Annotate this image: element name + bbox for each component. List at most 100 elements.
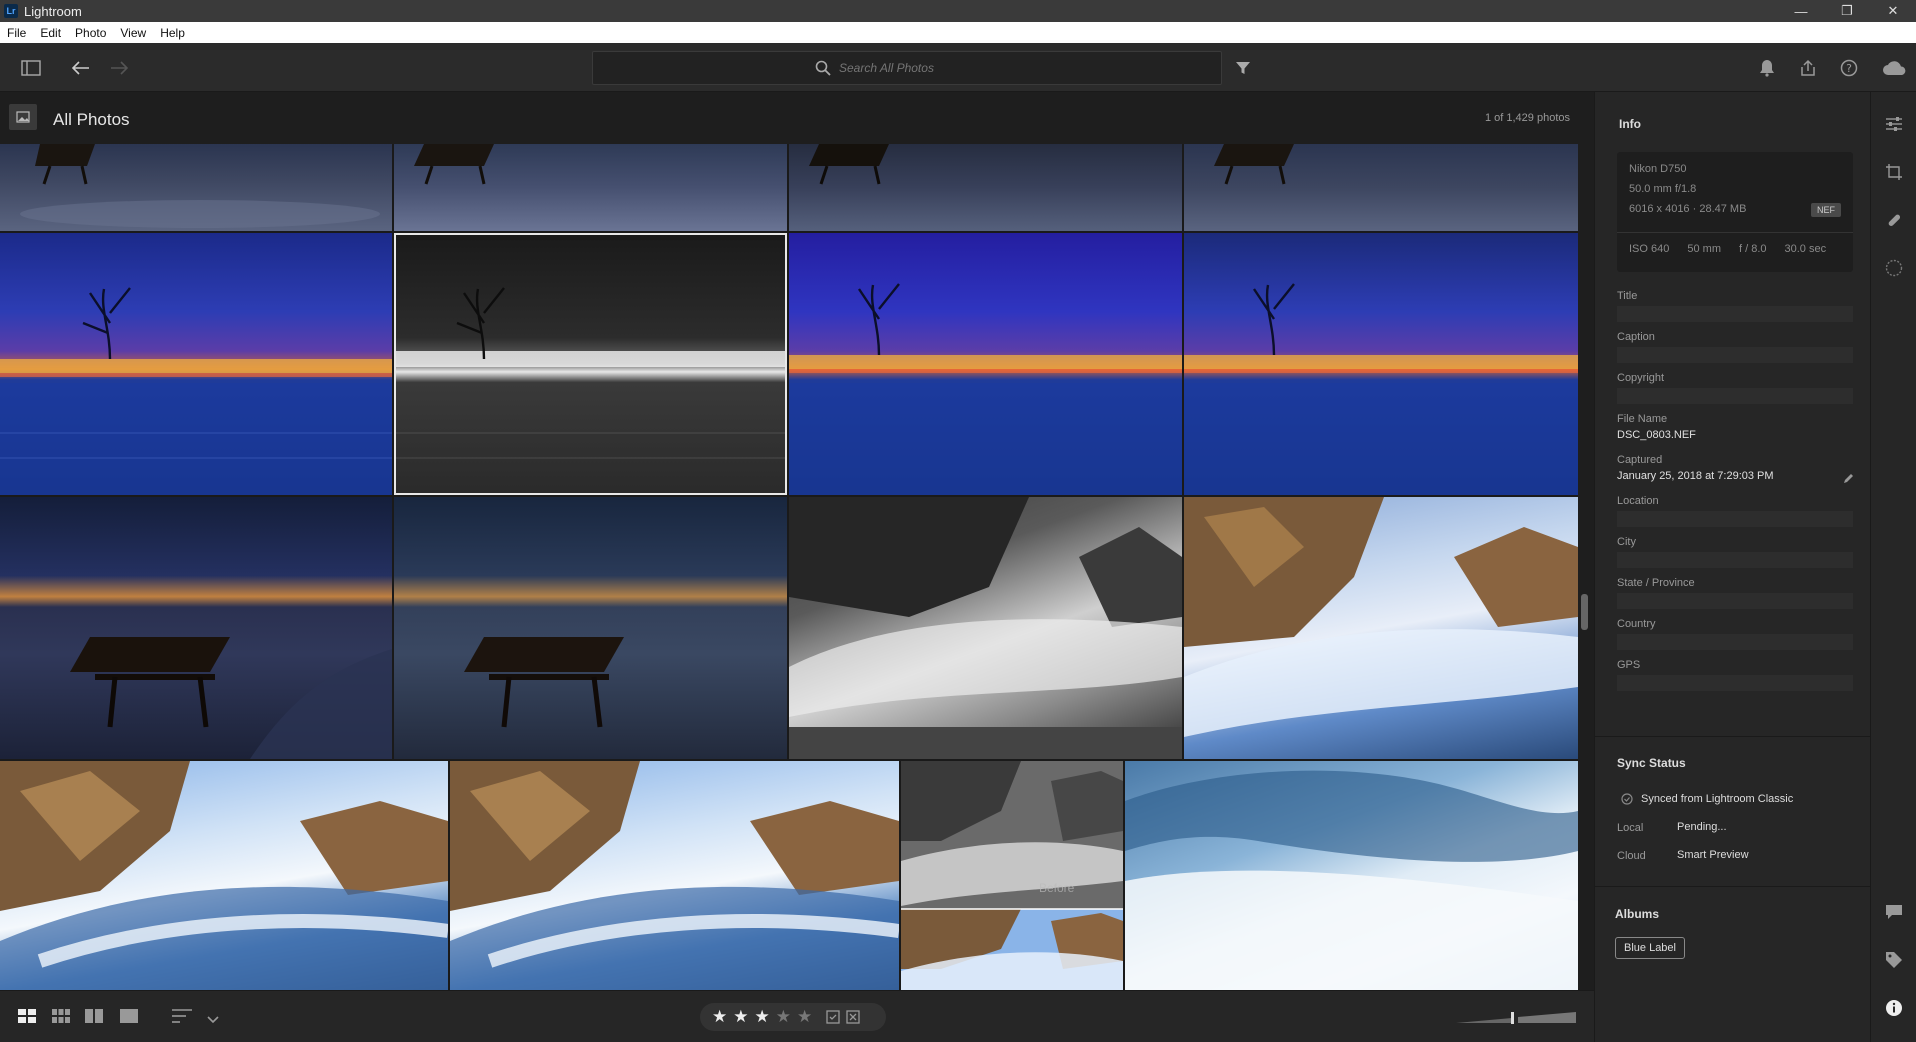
local-status-value: Pending...	[1677, 821, 1727, 833]
search-box[interactable]	[592, 51, 1222, 85]
filename-label: File Name	[1617, 413, 1668, 425]
location-label: Location	[1617, 495, 1659, 507]
photo-thumbnail-selected[interactable]	[394, 233, 787, 495]
captured-label: Captured	[1617, 454, 1663, 466]
captured-value: January 25, 2018 at 7:29:03 PM	[1617, 470, 1774, 482]
share-icon[interactable]	[1797, 57, 1819, 79]
menu-help[interactable]: Help	[153, 26, 192, 40]
photo-thumbnail[interactable]	[1184, 144, 1578, 231]
sync-status-title: Sync Status	[1617, 756, 1686, 770]
photo-thumbnail-before-after[interactable]: Before	[901, 761, 1123, 990]
copyright-label: Copyright	[1617, 372, 1665, 384]
photo-thumbnail[interactable]	[1184, 233, 1578, 495]
chevron-down-icon[interactable]	[207, 1011, 219, 1029]
detail-view-icon[interactable]	[120, 1009, 138, 1028]
photo-grid: Before	[0, 144, 1578, 990]
svg-text:?: ?	[1846, 62, 1852, 75]
comments-icon[interactable]	[1884, 902, 1904, 922]
star-icon[interactable]: ★	[755, 1007, 770, 1027]
photo-thumbnail[interactable]	[789, 233, 1182, 495]
star-icon[interactable]: ★	[776, 1007, 791, 1027]
state-label: State / Province	[1617, 577, 1695, 589]
toggle-sidebar-icon[interactable]	[20, 57, 42, 79]
state-field[interactable]	[1617, 593, 1853, 609]
brush-mask-icon[interactable]	[1884, 258, 1904, 278]
photo-grid-view-icon[interactable]	[18, 1009, 36, 1028]
photo-thumbnail[interactable]	[1184, 497, 1578, 759]
caption-field[interactable]	[1617, 347, 1853, 363]
edit-pencil-icon[interactable]	[1843, 472, 1855, 484]
bottom-toolbar: ★ ★ ★ ★ ★	[0, 990, 1594, 1042]
star-rating[interactable]: ★ ★ ★ ★ ★	[700, 1003, 886, 1031]
healing-brush-icon[interactable]	[1884, 210, 1904, 230]
cloud-label: Cloud	[1617, 850, 1646, 862]
albums-title: Albums	[1615, 907, 1660, 921]
info-icon[interactable]	[1884, 998, 1904, 1018]
menu-photo[interactable]: Photo	[68, 26, 113, 40]
menu-file[interactable]: File	[0, 26, 33, 40]
restore-button[interactable]: ❐	[1824, 0, 1870, 22]
exif-summary: Nikon D750 50.0 mm f/1.8 6016 x 4016 · 2…	[1617, 152, 1853, 272]
minimize-button[interactable]: —	[1778, 0, 1824, 22]
flag-pick-icon[interactable]	[826, 1010, 840, 1024]
before-overlay-label: Before	[1039, 881, 1075, 895]
photo-thumbnail[interactable]	[0, 497, 392, 759]
sort-icon[interactable]	[172, 1009, 192, 1028]
menu-edit[interactable]: Edit	[33, 26, 68, 40]
edit-sliders-icon[interactable]	[1884, 114, 1904, 134]
local-label: Local	[1617, 822, 1644, 834]
photo-thumbnail[interactable]	[0, 761, 448, 990]
star-icon[interactable]: ★	[712, 1007, 727, 1027]
notification-bell-icon[interactable]	[1756, 57, 1778, 79]
photo-count: 1 of 1,429 photos	[1484, 112, 1570, 124]
filename-value: DSC_0803.NEF	[1617, 429, 1696, 441]
flag-reject-icon[interactable]	[846, 1010, 860, 1024]
photo-thumbnail[interactable]	[1125, 761, 1578, 990]
location-field[interactable]	[1617, 511, 1853, 527]
section-divider	[1595, 736, 1871, 737]
grid-scrollbar-thumb[interactable]	[1581, 594, 1588, 630]
synced-from-text: Synced from Lightroom Classic	[1641, 793, 1794, 805]
album-chip[interactable]: Blue Label	[1615, 937, 1685, 959]
top-toolbar: ?	[0, 43, 1916, 92]
square-grid-view-icon[interactable]	[52, 1009, 70, 1028]
help-icon[interactable]: ?	[1838, 57, 1860, 79]
copyright-field[interactable]	[1617, 388, 1853, 404]
caption-label: Caption	[1617, 331, 1655, 343]
search-input[interactable]	[839, 61, 999, 75]
page-title: All Photos	[53, 110, 130, 129]
city-field[interactable]	[1617, 552, 1853, 568]
title-label: Title	[1617, 290, 1638, 302]
photo-thumbnail[interactable]	[394, 144, 787, 231]
aperture-value: f / 8.0	[1738, 243, 1767, 255]
menu-view[interactable]: View	[113, 26, 153, 40]
camera-model: Nikon D750	[1629, 163, 1687, 175]
filter-icon[interactable]	[1232, 57, 1254, 79]
photo-view-icon[interactable]	[9, 104, 37, 130]
iso-value: ISO 640	[1629, 243, 1670, 255]
back-arrow-icon[interactable]	[70, 57, 92, 79]
photo-thumbnail[interactable]	[450, 761, 899, 990]
forward-arrow-icon[interactable]	[108, 57, 130, 79]
star-icon[interactable]: ★	[733, 1007, 748, 1027]
cloud-sync-icon[interactable]	[1880, 57, 1910, 79]
star-icon[interactable]: ★	[797, 1007, 812, 1027]
photo-thumbnail[interactable]	[0, 233, 392, 495]
crop-icon[interactable]	[1884, 162, 1904, 182]
file-format-badge: NEF	[1811, 203, 1841, 217]
close-button[interactable]: ✕	[1870, 0, 1916, 22]
keyword-tag-icon[interactable]	[1884, 950, 1904, 970]
gps-field[interactable]	[1617, 675, 1853, 691]
photo-thumbnail[interactable]	[0, 144, 392, 231]
photo-thumbnail[interactable]	[789, 144, 1182, 231]
lens-info: 50.0 mm f/1.8	[1629, 183, 1697, 195]
country-field[interactable]	[1617, 634, 1853, 650]
title-field[interactable]	[1617, 306, 1853, 322]
photo-thumbnail[interactable]	[789, 497, 1182, 759]
thumbnail-size-slider[interactable]	[1456, 1011, 1576, 1030]
city-label: City	[1617, 536, 1636, 548]
sync-status-icon	[1621, 793, 1633, 805]
photo-thumbnail[interactable]	[394, 497, 787, 759]
info-panel-title: Info	[1619, 117, 1641, 131]
compare-view-icon[interactable]	[85, 1009, 103, 1028]
